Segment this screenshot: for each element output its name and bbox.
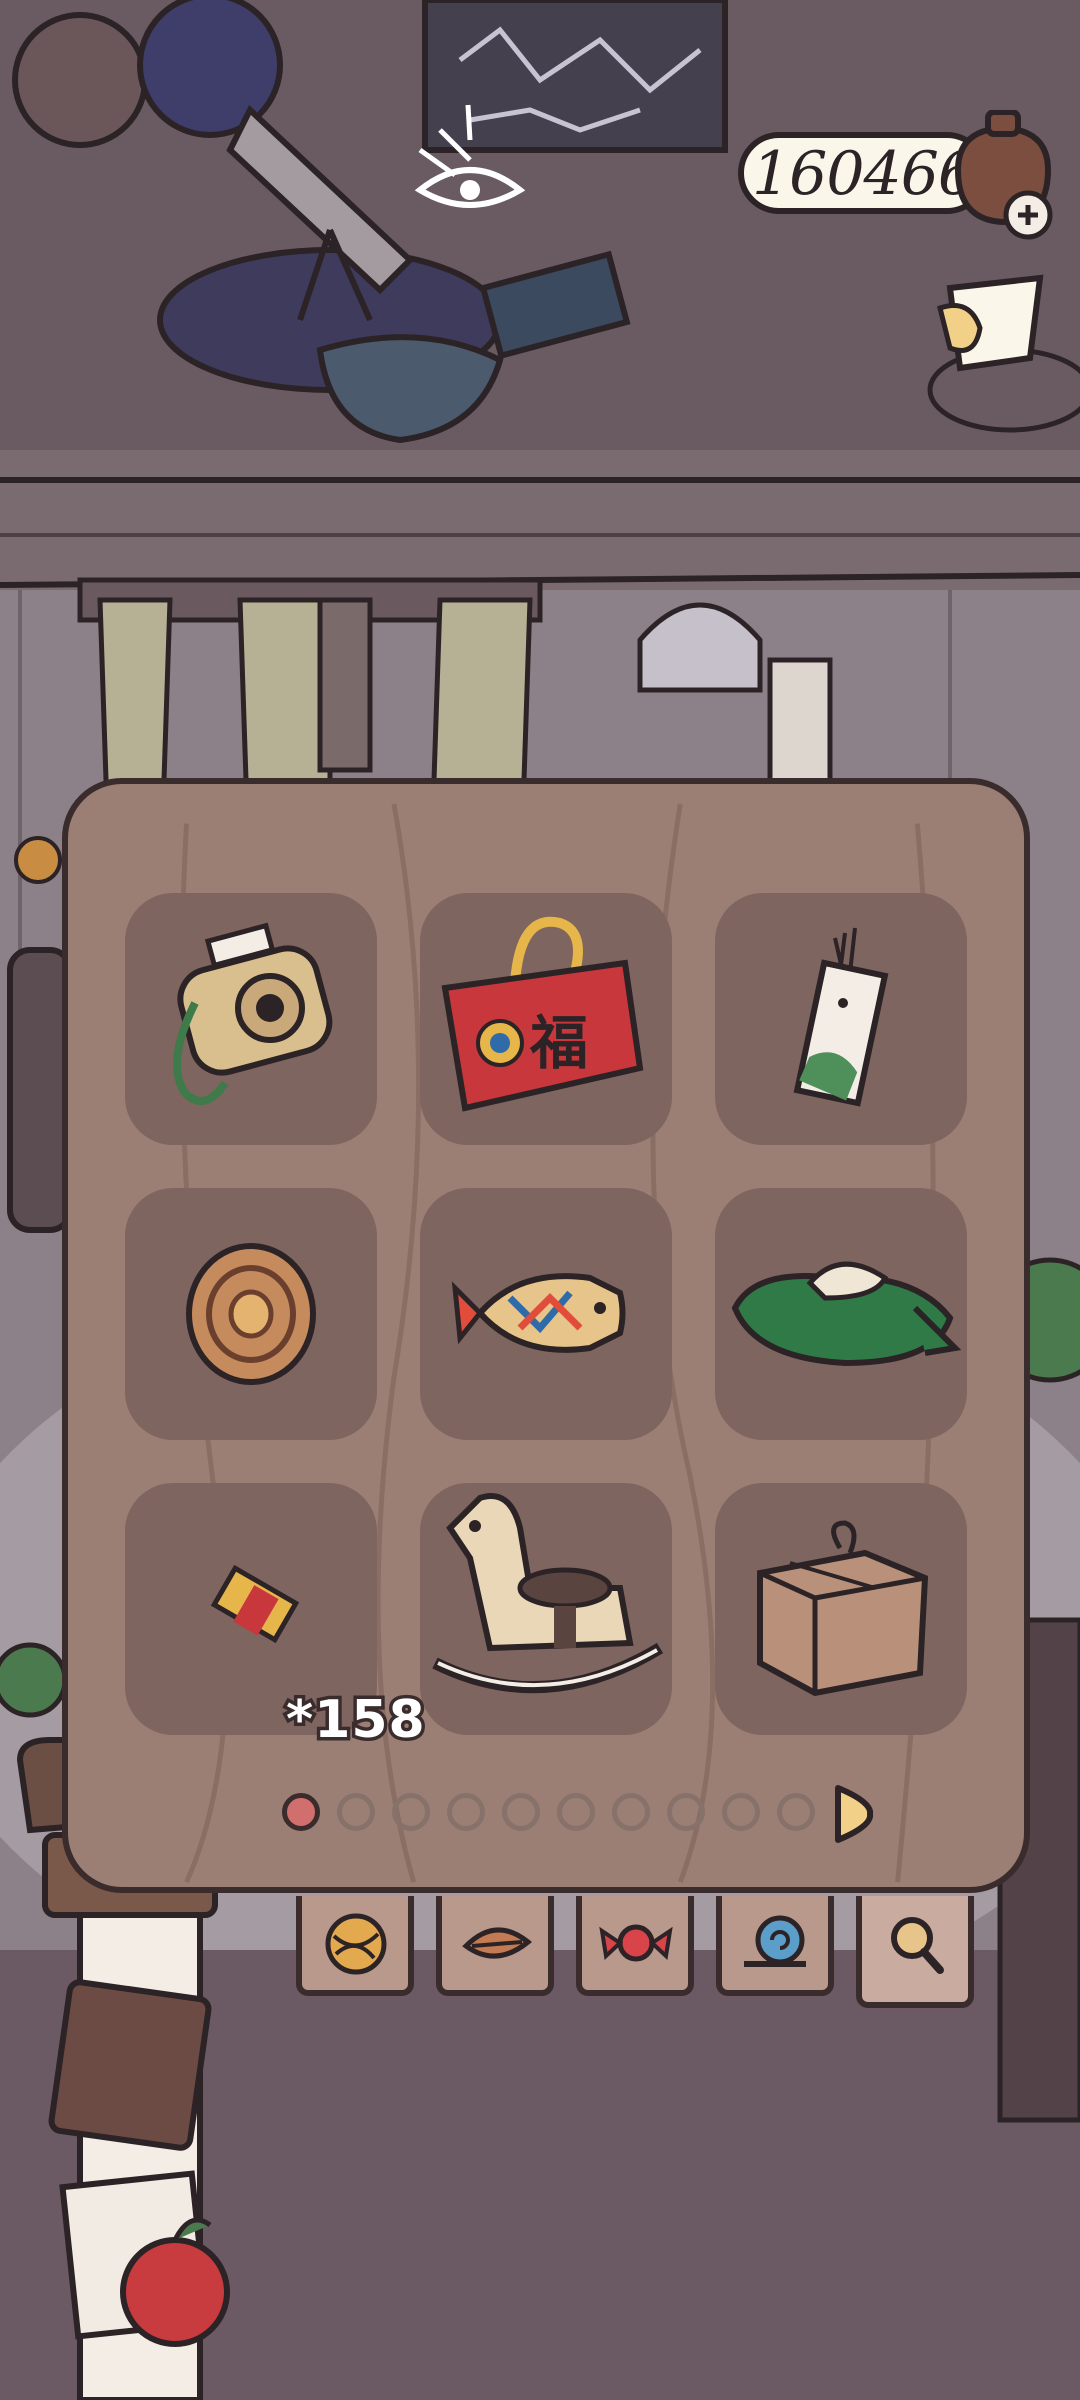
bundle-icon [731, 1261, 962, 1367]
inventory-slot-bundle[interactable] [715, 1188, 967, 1440]
inventory-slot-camera[interactable] [125, 893, 377, 1145]
tab-candy[interactable] [576, 1896, 694, 1996]
page-dot[interactable] [447, 1793, 485, 1831]
apple [120, 2237, 230, 2347]
next-page-arrow-icon[interactable] [832, 1782, 876, 1846]
page-dot[interactable] [392, 1793, 430, 1831]
item-count-label: *158 [283, 1687, 429, 1754]
box-icon [757, 1520, 929, 1697]
rocking-horse-icon [432, 1493, 664, 1694]
camera-icon [173, 922, 333, 1105]
globe-lamp [12, 12, 148, 148]
page-dot[interactable] [667, 1793, 705, 1831]
lucky-bag-icon: 福 [441, 916, 644, 1112]
snail-icon [744, 1915, 806, 1967]
magnifier-icon [891, 1917, 944, 1974]
candy-icon [599, 1924, 673, 1962]
acorn-bag-icon[interactable] [948, 110, 1058, 240]
svg-text:福: 福 [529, 1009, 588, 1077]
notebook [48, 1979, 212, 2151]
hanging-scroll [767, 657, 833, 793]
inventory-slot-rocking-horse[interactable] [420, 1483, 672, 1735]
tab-snail[interactable] [716, 1896, 834, 1996]
page-dot-active[interactable] [282, 1793, 320, 1831]
inventory-slot-bookmark[interactable] [715, 893, 967, 1145]
tab-yarn[interactable] [296, 1896, 414, 1996]
inventory-slot-lucky-bag[interactable]: 福 [420, 893, 672, 1145]
tab-search[interactable] [856, 1896, 974, 2008]
bookmark-icon [793, 927, 889, 1107]
tab-leaf[interactable] [436, 1896, 554, 1996]
page-dot[interactable] [337, 1793, 375, 1831]
cookie-icon [186, 1243, 316, 1385]
page-dot[interactable] [502, 1793, 540, 1831]
paper-cup-icon[interactable] [930, 268, 1060, 388]
page-dot[interactable] [722, 1793, 760, 1831]
page-dot[interactable] [612, 1793, 650, 1831]
page-dot[interactable] [777, 1793, 815, 1831]
yarn-ball-icon [325, 1913, 387, 1975]
currency-amount: 160466 [752, 139, 976, 209]
fish-cake-icon [451, 1273, 626, 1353]
page-dot[interactable] [557, 1793, 595, 1831]
inventory-slot-cookie[interactable] [125, 1188, 377, 1440]
inventory-slot-parcel[interactable] [715, 1483, 967, 1735]
leaf-icon [462, 1927, 532, 1959]
inventory-slot-taiyaki[interactable] [420, 1188, 672, 1440]
